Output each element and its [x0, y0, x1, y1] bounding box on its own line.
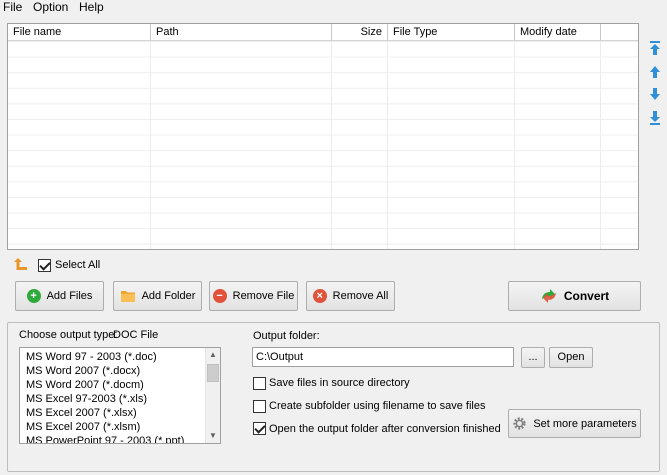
move-up-icon[interactable]: [647, 64, 663, 80]
remove-file-button[interactable]: − Remove File: [209, 281, 298, 311]
clear-icon: ×: [312, 289, 327, 303]
menu-bar: File Option Help: [0, 0, 667, 15]
menu-option[interactable]: Option: [33, 1, 68, 14]
remove-all-label: Remove All: [332, 290, 389, 302]
column-path[interactable]: Path: [151, 24, 332, 41]
gear-icon: [513, 417, 526, 430]
list-item[interactable]: MS PowerPoint 97 - 2003 (*.ppt): [26, 435, 184, 443]
save-in-source-checkbox[interactable]: [253, 377, 266, 390]
file-list-header: File name Path Size File Type Modify dat…: [8, 24, 638, 41]
remove-file-label: Remove File: [232, 290, 295, 302]
output-type-scrollbar[interactable]: ▲ ▼: [205, 348, 220, 443]
list-item[interactable]: MS Excel 2007 (*.xlsm): [26, 421, 140, 434]
add-files-label: Add Files: [46, 290, 93, 302]
output-folder-input[interactable]: C:\Output: [252, 347, 514, 367]
convert-button[interactable]: Convert: [508, 281, 641, 311]
remove-all-button[interactable]: × Remove All: [306, 281, 395, 311]
select-all-checkbox[interactable]: [38, 259, 51, 272]
scroll-up-icon[interactable]: ▲: [206, 348, 220, 362]
menu-help[interactable]: Help: [79, 1, 104, 14]
create-subfolder-label: Create subfolder using filename to save …: [269, 400, 486, 412]
browse-button[interactable]: ...: [521, 347, 545, 368]
list-item[interactable]: MS Word 2007 (*.docx): [26, 365, 140, 378]
open-after-checkbox[interactable]: [253, 422, 266, 435]
save-in-source-label: Save files in source directory: [269, 377, 410, 389]
scroll-down-icon[interactable]: ▼: [206, 429, 220, 443]
create-subfolder-checkbox[interactable]: [253, 400, 266, 413]
output-type-label: Choose output type:: [19, 329, 118, 341]
file-list[interactable]: File name Path Size File Type Modify dat…: [7, 23, 639, 250]
convert-label: Convert: [563, 289, 610, 303]
folder-icon: [120, 291, 135, 302]
list-item[interactable]: MS Excel 97-2003 (*.xls): [26, 393, 147, 406]
add-icon: +: [26, 289, 41, 303]
scroll-thumb[interactable]: [207, 364, 219, 382]
column-modify-date[interactable]: Modify date: [515, 24, 601, 41]
column-file-type[interactable]: File Type: [388, 24, 515, 41]
add-folder-button[interactable]: Add Folder: [113, 281, 202, 311]
column-size[interactable]: Size: [332, 24, 388, 41]
column-file-name[interactable]: File name: [8, 24, 151, 41]
output-folder-label: Output folder:: [253, 330, 320, 342]
menu-file[interactable]: File: [3, 1, 22, 14]
select-all-label: Select All: [55, 259, 101, 271]
remove-icon: −: [212, 289, 227, 303]
open-after-label: Open the output folder after conversion …: [269, 423, 501, 435]
open-button[interactable]: Open: [549, 347, 593, 368]
column-filler: [601, 24, 638, 41]
up-level-icon[interactable]: [13, 256, 29, 272]
output-type-selected: DOC File: [113, 329, 159, 341]
output-type-list[interactable]: MS Word 97 - 2003 (*.doc) MS Word 2007 (…: [19, 347, 221, 444]
convert-icon: [541, 289, 556, 303]
move-down-icon[interactable]: [647, 86, 663, 102]
list-item[interactable]: MS Word 2007 (*.docm): [26, 379, 144, 392]
move-top-icon[interactable]: [647, 40, 663, 56]
more-parameters-label: Set more parameters: [533, 417, 637, 430]
list-item[interactable]: MS Word 97 - 2003 (*.doc): [26, 351, 157, 364]
more-parameters-button[interactable]: Set more parameters: [508, 409, 641, 438]
list-item[interactable]: MS Excel 2007 (*.xlsx): [26, 407, 137, 420]
add-folder-label: Add Folder: [141, 290, 196, 302]
add-files-button[interactable]: + Add Files: [15, 281, 104, 311]
file-list-body: [8, 41, 638, 249]
move-bottom-icon[interactable]: [647, 110, 663, 126]
